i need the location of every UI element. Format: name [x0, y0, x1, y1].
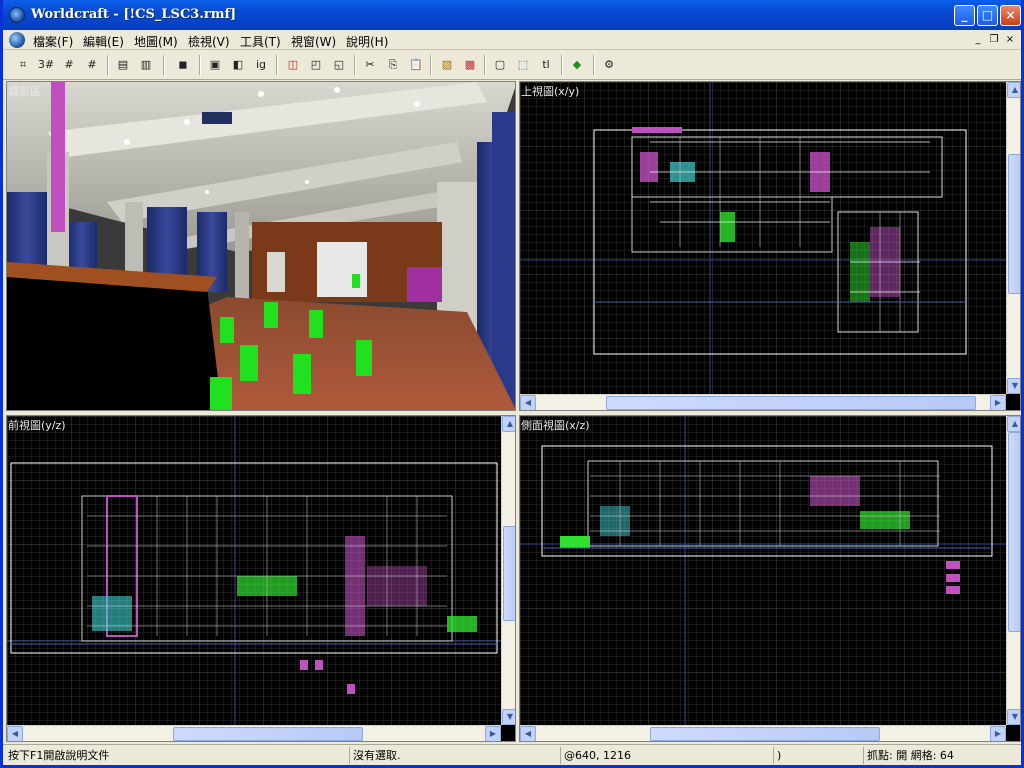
scroll-thumb[interactable]: [650, 727, 880, 741]
scroll-up-icon[interactable]: ▲: [1007, 82, 1020, 98]
show-objects-icon[interactable]: ◰: [306, 55, 326, 75]
toolbar-separator: [561, 55, 563, 75]
status-size: ): [773, 747, 861, 764]
scroll-thumb[interactable]: [503, 526, 515, 621]
close-button[interactable]: ×: [1000, 5, 1021, 26]
selection-box-icon[interactable]: ▢: [490, 55, 510, 75]
menu-window[interactable]: 視窗(W): [291, 33, 336, 50]
top-horizontal-scrollbar[interactable]: ◀ ▶: [520, 394, 1006, 410]
toolbar: ⌗ 3# # # ▤ ▥ ◼ ▣ ◧ ig ◫ ◰ ◱ ✂ ⎘ 📋 ▨ ▩ ▢ …: [3, 51, 1021, 80]
mdi-minimize-icon[interactable]: _: [971, 33, 985, 47]
window-title: Worldcraft - [!CS_LSC3.rmf]: [31, 7, 237, 22]
menu-edit[interactable]: 編輯(E): [83, 33, 124, 50]
tl-icon[interactable]: tl: [536, 55, 556, 75]
mdi-close-icon[interactable]: ×: [1003, 33, 1017, 47]
top-vertical-scrollbar[interactable]: ▲ ▼: [1006, 82, 1020, 394]
grid-larger-icon[interactable]: #: [82, 55, 102, 75]
top-viewport[interactable]: 上視圖(x/y) ▲ ▼ ◀ ▶: [519, 81, 1021, 411]
scroll-down-icon[interactable]: ▼: [1007, 378, 1020, 394]
minimize-button[interactable]: _: [954, 5, 975, 26]
front-horizontal-scrollbar[interactable]: ◀ ▶: [7, 725, 501, 741]
camera-3d-render[interactable]: [7, 82, 516, 411]
front-vertical-scrollbar[interactable]: ▲ ▼: [501, 416, 515, 725]
scroll-thumb[interactable]: [1008, 432, 1020, 632]
maximize-icon: □: [981, 8, 994, 22]
status-selection: 沒有選取.: [349, 747, 557, 764]
front-viewport-label: 前視圖(y/z): [8, 419, 66, 432]
worldcraft-app-icon[interactable]: [9, 7, 25, 23]
scroll-thumb[interactable]: [606, 396, 976, 410]
menu-map[interactable]: 地圖(M): [134, 33, 178, 50]
side-viewport[interactable]: 側面視圖(x/z) ▲ ▼ ◀ ▶: [519, 415, 1021, 742]
grid-toggle-icon[interactable]: ⌗: [13, 55, 33, 75]
side-viewport-label: 側面視圖(x/z): [521, 419, 590, 432]
grid-smaller-icon[interactable]: #: [59, 55, 79, 75]
clip-icon[interactable]: ◆: [567, 55, 587, 75]
toolbar-separator: [484, 55, 486, 75]
ungroup-icon[interactable]: ▥: [136, 55, 156, 75]
hide-objects-icon[interactable]: ◫: [283, 55, 303, 75]
menu-bar: 檔案(F) 編輯(E) 地圖(M) 檢視(V) 工具(T) 視窗(W) 說明(H…: [3, 30, 1021, 50]
toolbar-separator: [163, 55, 165, 75]
select-icon[interactable]: ⬚: [513, 55, 533, 75]
status-bar: 按下F1開啟說明文件 沒有選取. @640, 1216 ) 抓點: 開 網格: …: [3, 744, 1021, 765]
side-vertical-scrollbar[interactable]: ▲ ▼: [1006, 416, 1020, 725]
scroll-right-icon[interactable]: ▶: [990, 726, 1006, 741]
scroll-down-icon[interactable]: ▼: [1007, 709, 1020, 725]
menu-file[interactable]: 檔案(F): [33, 33, 73, 50]
maximize-button[interactable]: □: [977, 5, 998, 26]
menu-view[interactable]: 檢視(V): [188, 33, 230, 50]
scroll-right-icon[interactable]: ▶: [485, 726, 501, 741]
front-grid-canvas[interactable]: [7, 416, 501, 725]
carve-icon[interactable]: ◱: [329, 55, 349, 75]
scroll-up-icon[interactable]: ▲: [502, 416, 515, 432]
toolbar-separator: [276, 55, 278, 75]
camera-viewport-label: 攝影區: [8, 85, 41, 98]
title-bar[interactable]: Worldcraft - [!CS_LSC3.rmf] _ □ ×: [3, 0, 1021, 30]
close-icon: ×: [1005, 8, 1016, 22]
hollow-icon[interactable]: ▨: [437, 55, 457, 75]
menu-help[interactable]: 說明(H): [346, 33, 388, 50]
run-map-icon[interactable]: ⚙: [599, 55, 619, 75]
document-icon[interactable]: [9, 32, 25, 48]
cube-icon[interactable]: ◼: [173, 55, 193, 75]
toolbar-separator: [199, 55, 201, 75]
status-coordinates: @640, 1216: [560, 747, 770, 764]
application-window: Worldcraft - [!CS_LSC3.rmf] _ □ × 檔案(F) …: [0, 0, 1024, 768]
scroll-left-icon[interactable]: ◀: [7, 726, 23, 741]
toolbar-separator: [593, 55, 595, 75]
side-grid-canvas[interactable]: [520, 416, 1006, 725]
toolbar-separator: [430, 55, 432, 75]
group-icon[interactable]: ▤: [113, 55, 133, 75]
scroll-right-icon[interactable]: ▶: [990, 395, 1006, 410]
minimize-icon: _: [961, 8, 968, 22]
cut-icon[interactable]: ✂: [360, 55, 380, 75]
copy-icon[interactable]: ⎘: [383, 55, 403, 75]
texture-lock-icon[interactable]: ▣: [205, 55, 225, 75]
scroll-left-icon[interactable]: ◀: [520, 395, 536, 410]
menu-tools[interactable]: 工具(T): [240, 33, 281, 50]
top-viewport-label: 上視圖(x/y): [521, 85, 580, 98]
texture-apply-icon[interactable]: ◧: [228, 55, 248, 75]
paste-icon[interactable]: 📋: [406, 55, 426, 75]
side-horizontal-scrollbar[interactable]: ◀ ▶: [520, 725, 1006, 741]
texture-tool-icon[interactable]: ▩: [460, 55, 480, 75]
status-help: 按下F1開啟說明文件: [8, 749, 110, 762]
status-snap-grid: 抓點: 開 網格: 64: [863, 747, 1019, 764]
top-grid-canvas[interactable]: [520, 82, 1006, 394]
mdi-restore-icon[interactable]: ❐: [987, 33, 1001, 47]
scroll-down-icon[interactable]: ▼: [502, 709, 515, 725]
toolbar-separator: [107, 55, 109, 75]
ignore-groups-icon[interactable]: ig: [251, 55, 271, 75]
toolbar-separator: [354, 55, 356, 75]
front-viewport[interactable]: 前視圖(y/z) ▲ ▼ ◀ ▶: [6, 415, 516, 742]
scroll-thumb[interactable]: [173, 727, 363, 741]
scroll-left-icon[interactable]: ◀: [520, 726, 536, 741]
scroll-thumb[interactable]: [1008, 154, 1020, 294]
grid-3d-icon[interactable]: 3#: [36, 55, 56, 75]
scroll-up-icon[interactable]: ▲: [1007, 416, 1020, 432]
camera-viewport[interactable]: 攝影區: [6, 81, 516, 411]
